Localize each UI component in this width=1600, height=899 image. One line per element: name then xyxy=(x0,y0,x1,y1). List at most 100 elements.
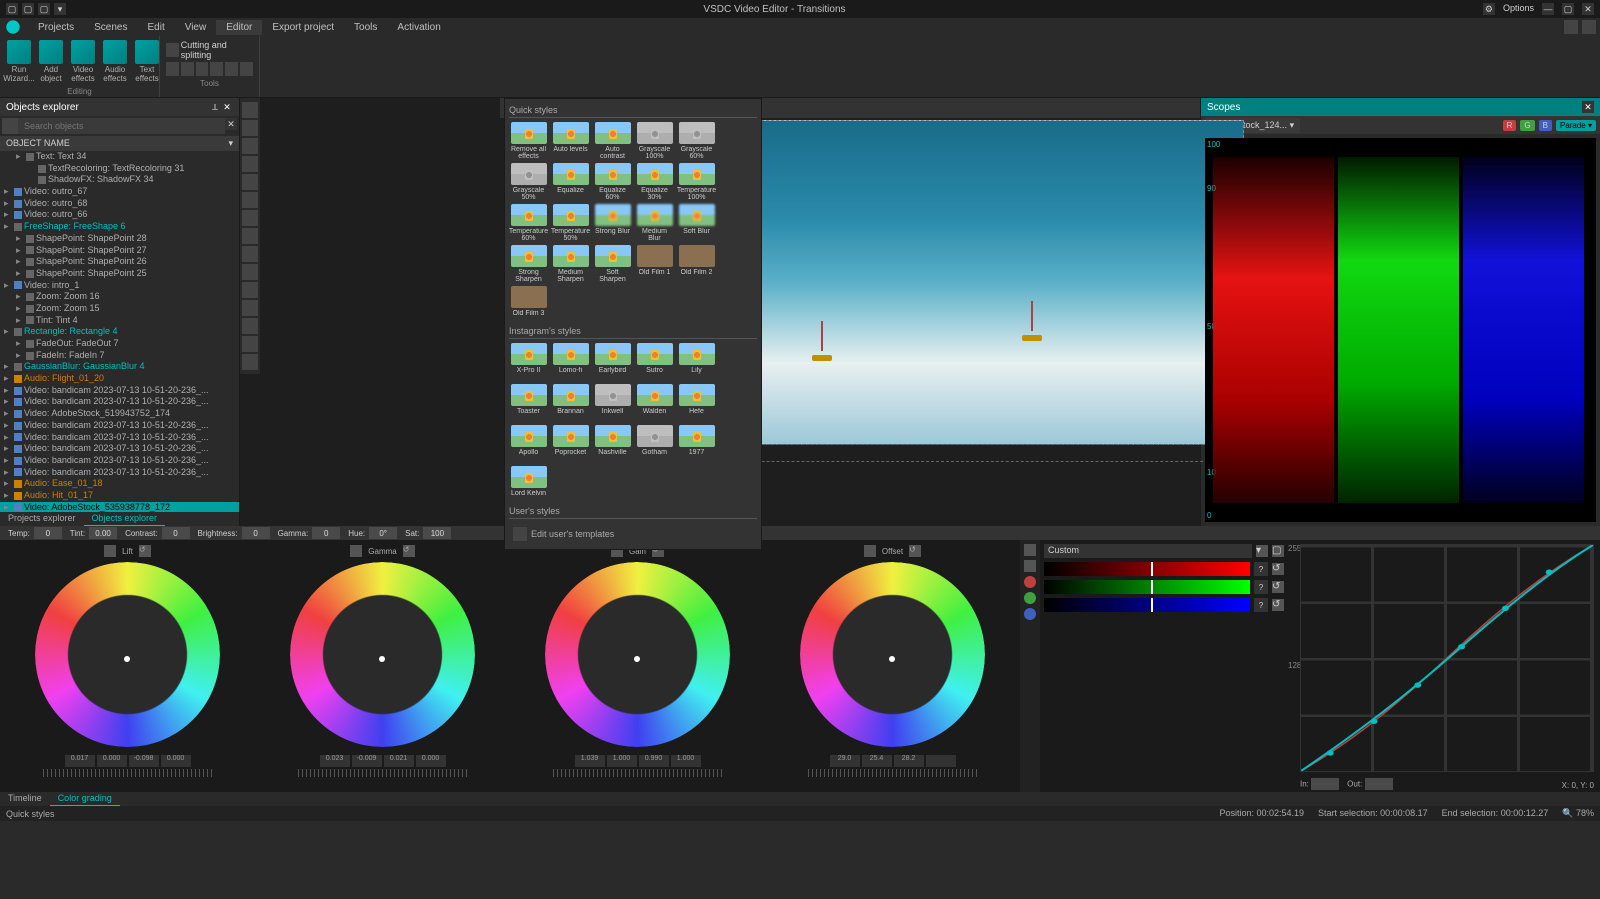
cg-sat-input[interactable] xyxy=(423,527,451,539)
tree-item[interactable]: ▸Video: bandicam 2023-07-13 10-51-20-236… xyxy=(0,443,239,455)
qs-soft-sharpen[interactable]: Soft Sharpen xyxy=(593,245,632,283)
cg-tint-input[interactable] xyxy=(89,527,117,539)
qs-hefe[interactable]: Hefe xyxy=(677,384,716,422)
scopes-r-chip[interactable]: R xyxy=(1503,120,1517,131)
cg-mode-icon-1[interactable] xyxy=(1024,544,1036,556)
menu-projects[interactable]: Projects xyxy=(28,20,84,35)
cg-temp-input[interactable] xyxy=(34,527,62,539)
menu-scenes[interactable]: Scenes xyxy=(84,20,137,35)
tree-item[interactable]: ▸Video: bandicam 2023-07-13 10-51-20-236… xyxy=(0,420,239,432)
counter-icon[interactable] xyxy=(242,282,258,298)
menu-export-project[interactable]: Export project xyxy=(262,20,344,35)
qs-equalize-60-[interactable]: Equalize 60% xyxy=(593,163,632,201)
minimize-icon[interactable]: — xyxy=(1542,3,1554,15)
ribbon-audio[interactable]: Audioeffects xyxy=(100,38,130,86)
qs-grayscale-100-[interactable]: Grayscale 100% xyxy=(635,122,674,160)
qs-temperature-50-[interactable]: Temperature 50% xyxy=(551,204,590,242)
menu-activation[interactable]: Activation xyxy=(387,20,450,35)
qs-toaster[interactable]: Toaster xyxy=(509,384,548,422)
cg-red-dot-icon[interactable] xyxy=(1024,576,1036,588)
zoom-icon[interactable]: 🔍 xyxy=(1562,808,1573,818)
qs-equalize[interactable]: Equalize xyxy=(551,163,590,201)
qs-old-film-3[interactable]: Old Film 3 xyxy=(509,286,548,324)
qs-auto-contrast[interactable]: Auto contrast xyxy=(593,122,632,160)
qs-temperature-60-[interactable]: Temperature 60% xyxy=(509,204,548,242)
chan-blue-reset-icon[interactable]: ↺ xyxy=(1272,599,1284,611)
panel-close-icon[interactable]: ✕ xyxy=(221,101,233,113)
scissors-icon[interactable] xyxy=(166,43,179,57)
qs-soft-blur[interactable]: Soft Blur xyxy=(677,204,716,242)
edit-user-templates-link[interactable]: Edit user's templates xyxy=(509,523,757,545)
tool-icon-3[interactable] xyxy=(196,62,209,76)
cg-blue-dot-icon[interactable] xyxy=(1024,608,1036,620)
color-wheel[interactable] xyxy=(800,562,985,747)
tab-projects-explorer[interactable]: Projects explorer xyxy=(0,512,84,526)
wheel-reset-icon[interactable]: ↺ xyxy=(139,545,151,557)
wheel-scale[interactable] xyxy=(298,769,468,777)
tree-item[interactable]: ▸Video: bandicam 2023-07-13 10-51-20-236… xyxy=(0,455,239,467)
wheel-scale[interactable] xyxy=(808,769,978,777)
tree-item[interactable]: ▸ShapePoint: ShapePoint 28 xyxy=(0,233,239,245)
menu-tools[interactable]: Tools xyxy=(344,20,387,35)
brush-icon[interactable] xyxy=(242,174,258,190)
tab-objects-explorer[interactable]: Objects explorer xyxy=(84,512,166,526)
tree-item[interactable]: ShadowFX: ShadowFX 34 xyxy=(0,174,239,186)
wheel-mode-icon[interactable] xyxy=(864,545,876,557)
tree-item[interactable]: ▸Tint: Tint 4 xyxy=(0,315,239,327)
scopes-b-chip[interactable]: B xyxy=(1539,120,1552,131)
wheel-scale[interactable] xyxy=(43,769,213,777)
qs-strong-blur[interactable]: Strong Blur xyxy=(593,204,632,242)
ribbon-video[interactable]: Videoeffects xyxy=(68,38,98,86)
menu-right-icon1[interactable] xyxy=(1564,20,1578,34)
audio-icon[interactable] xyxy=(242,336,258,352)
wheel-reset-icon[interactable]: ↺ xyxy=(909,545,921,557)
wheel-scale[interactable] xyxy=(553,769,723,777)
cg-mode-icon-2[interactable] xyxy=(1024,560,1036,572)
tb-more-icon[interactable]: ▾ xyxy=(54,3,66,15)
qs-walden[interactable]: Walden xyxy=(635,384,674,422)
tree-col-menu-icon[interactable]: ▾ xyxy=(228,138,233,149)
tree-item[interactable]: ▸Video: outro_67 xyxy=(0,186,239,198)
mask-icon[interactable] xyxy=(242,354,258,370)
qs-remove-all-effects[interactable]: Remove all effects xyxy=(509,122,548,160)
wheel-mode-icon[interactable] xyxy=(104,545,116,557)
tree-item[interactable]: ▸Zoom: Zoom 15 xyxy=(0,303,239,315)
wheel-reset-icon[interactable]: ↺ xyxy=(403,545,415,557)
menu-right-icon2[interactable] xyxy=(1582,20,1596,34)
menu-edit[interactable]: Edit xyxy=(137,20,174,35)
qs-strong-sharpen[interactable]: Strong Sharpen xyxy=(509,245,548,283)
chan-save-icon[interactable]: ▢ xyxy=(1272,545,1284,557)
wheel-mode-icon[interactable] xyxy=(350,545,362,557)
curve-in-input[interactable] xyxy=(1311,778,1339,790)
qs-inkwell[interactable]: Inkwell xyxy=(593,384,632,422)
ribbon-run[interactable]: RunWizard... xyxy=(4,38,34,86)
tree-item[interactable]: ▸Audio: Ease_01_18 xyxy=(0,478,239,490)
qs-1977[interactable]: 1977 xyxy=(677,425,716,463)
tree-item[interactable]: ▸ShapePoint: ShapePoint 25 xyxy=(0,268,239,280)
tab-color-grading[interactable]: Color grading xyxy=(50,792,120,806)
tree-item[interactable]: ▸Video: bandicam 2023-07-13 10-51-20-236… xyxy=(0,396,239,408)
chan-green-help[interactable]: ? xyxy=(1254,580,1268,594)
curve-out-input[interactable] xyxy=(1365,778,1393,790)
qs-medium-blur[interactable]: Medium Blur xyxy=(635,204,674,242)
sprite-icon[interactable] xyxy=(242,264,258,280)
cg-hue-input[interactable] xyxy=(369,527,397,539)
tree-item[interactable]: ▸Video: bandicam 2023-07-13 10-51-20-236… xyxy=(0,385,239,397)
scissors-icon[interactable] xyxy=(242,138,258,154)
tb-open-icon[interactable]: ▢ xyxy=(22,3,34,15)
channel-preset-dropdown[interactable]: Custom xyxy=(1044,544,1252,558)
tree-item[interactable]: ▸FadeIn: FadeIn 7 xyxy=(0,350,239,362)
scopes-g-chip[interactable]: G xyxy=(1520,120,1534,131)
tree-item[interactable]: ▸Audio: Hit_01_17 xyxy=(0,490,239,502)
tree-item[interactable]: ▸ShapePoint: ShapePoint 27 xyxy=(0,245,239,257)
channel-green-slider[interactable] xyxy=(1044,580,1250,594)
qs-grayscale-60-[interactable]: Grayscale 60% xyxy=(677,122,716,160)
scopes-close-icon[interactable]: ✕ xyxy=(1582,101,1594,113)
tree-item[interactable]: ▸ShapePoint: ShapePoint 26 xyxy=(0,256,239,268)
tree-item[interactable]: ▸Video: AdobeStock_535938778_172 xyxy=(0,502,239,512)
tree-item[interactable]: ▸Video: AdobeStock_519943752_174 xyxy=(0,408,239,420)
pen-icon[interactable] xyxy=(242,156,258,172)
qs-lord-kelvin[interactable]: Lord Kelvin xyxy=(509,466,548,504)
qs-poprocket[interactable]: Poprocket xyxy=(551,425,590,463)
qs-old-film-1[interactable]: Old Film 1 xyxy=(635,245,674,283)
